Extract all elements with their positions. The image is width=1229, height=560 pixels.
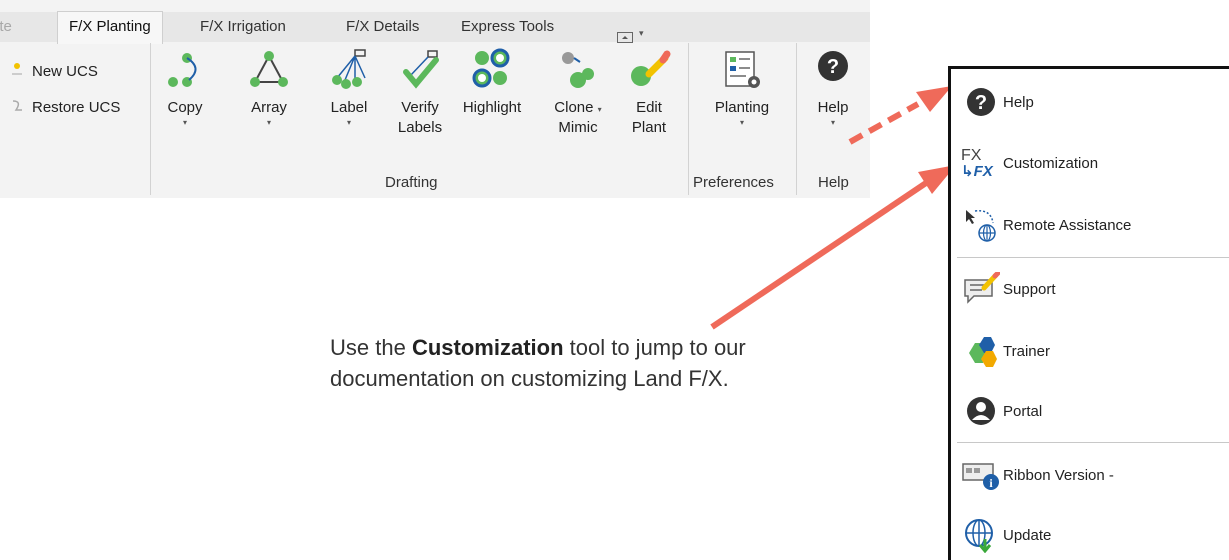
svg-text:?: ?: [975, 92, 987, 114]
support-icon: [961, 270, 1001, 308]
menu-separator: [957, 257, 1229, 258]
callout-text: Use the Customization tool to jump to ou…: [330, 335, 746, 391]
remote-assistance-icon: [961, 206, 1001, 244]
menu-separator: [957, 442, 1229, 443]
menu-item-portal[interactable]: Portal: [961, 391, 1042, 431]
solid-arrow: [710, 180, 928, 330]
menu-item-support[interactable]: Support: [961, 269, 1056, 309]
dashed-arrow: [848, 101, 920, 145]
customization-icon: FX ↳FX: [961, 146, 993, 180]
trainer-icon: [961, 332, 1001, 370]
ribbon-version-icon: i: [961, 456, 1001, 494]
callout-bold-term: Customization: [411, 335, 564, 360]
menu-item-ribbon-version[interactable]: i Ribbon Version -: [961, 455, 1114, 495]
menu-item-customization[interactable]: FX ↳FX Customization: [961, 143, 1098, 183]
user-icon: [961, 392, 1001, 430]
arrow-head: [916, 86, 952, 112]
help-dropdown-menu: ? Help FX ↳FX Customization Remote Assis…: [948, 66, 1229, 560]
update-globe-icon: [961, 516, 1001, 554]
menu-item-help[interactable]: ? Help: [961, 82, 1034, 122]
menu-item-trainer[interactable]: Trainer: [961, 331, 1050, 371]
menu-item-remote-assistance[interactable]: Remote Assistance: [961, 205, 1131, 245]
help-icon: ?: [961, 83, 1001, 121]
menu-item-update[interactable]: Update: [961, 515, 1051, 555]
